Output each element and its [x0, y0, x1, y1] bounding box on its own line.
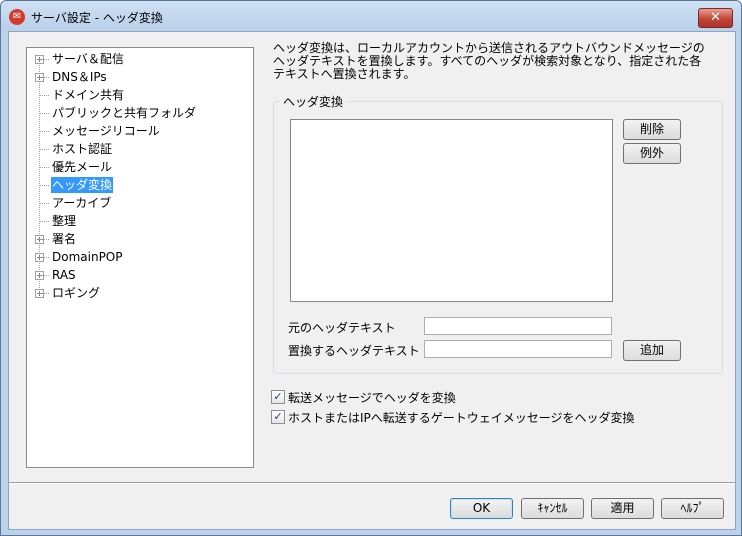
tree-item-label: 整理: [52, 214, 77, 228]
tree-branch-line: [39, 167, 49, 168]
tree-item-label: メッセージリコール: [52, 124, 160, 138]
tree-item-archive[interactable]: アーカイブ: [27, 194, 253, 212]
tree-item-label: DomainPOP: [52, 250, 123, 264]
tree-item-label: DNS＆IPs: [52, 70, 107, 84]
tree-item-server-delivery[interactable]: + サーバ＆配信: [27, 50, 253, 68]
ok-button[interactable]: OK: [450, 498, 513, 519]
tree-item-cleanup[interactable]: 整理: [27, 212, 253, 230]
tree-branch-line: [39, 113, 49, 114]
forward-checkbox-label[interactable]: 転送メッセージでヘッダを変換: [288, 389, 456, 406]
tree-branch-line: [39, 149, 49, 150]
tree-branch-line: [39, 131, 49, 132]
replace-header-input[interactable]: [424, 340, 612, 358]
tree-item-header-translation[interactable]: ヘッダ変換: [27, 176, 253, 194]
tree-branch-line: [39, 221, 49, 222]
tree-branch-line: [39, 239, 49, 240]
dialog-client-area: + サーバ＆配信 + DNS＆IPs ドメイン共有 パブリックと共有フォルダ メ…: [8, 31, 736, 530]
tree-item-label: サーバ＆配信: [52, 52, 124, 66]
tree-item-label: 署名: [52, 232, 77, 246]
original-header-input[interactable]: [424, 317, 612, 335]
tree-branch-line: [39, 257, 49, 258]
help-button[interactable]: ﾍﾙﾌﾟ: [661, 498, 724, 519]
tree-item-label: アーカイブ: [52, 196, 112, 210]
tree-item-signatures[interactable]: + 署名: [27, 230, 253, 248]
tree-branch-line: [39, 77, 49, 78]
title-bar[interactable]: ✉ サーバ設定 - ヘッダ変換 ✕: [1, 1, 741, 31]
tree-branch-line: [39, 203, 49, 204]
app-icon: ✉: [9, 9, 25, 25]
translation-list[interactable]: [290, 119, 613, 302]
group-title: ヘッダ変換: [280, 93, 347, 110]
close-button[interactable]: ✕: [698, 8, 733, 28]
original-header-label: 元のヘッダテキスト: [288, 321, 396, 335]
tree-item-logging[interactable]: + ロギング: [27, 284, 253, 302]
delete-button[interactable]: 削除: [623, 119, 681, 140]
gateway-checkbox-label[interactable]: ホストまたはIPへ転送するゲートウェイメッセージをヘッダ変換: [288, 409, 635, 426]
tree-branch-line: [39, 185, 49, 186]
tree-item-label: RAS: [52, 268, 76, 282]
tree-item-label: 優先メール: [52, 160, 113, 174]
tree-item-domain-sharing[interactable]: ドメイン共有: [27, 86, 253, 104]
exceptions-button[interactable]: 例外: [623, 143, 681, 164]
tree-item-label: ロギング: [52, 286, 101, 300]
description-line: テキストへ置換されます。: [273, 67, 416, 81]
tree-item-label: ドメイン共有: [52, 88, 125, 102]
tree-item-message-recall[interactable]: メッセージリコール: [27, 122, 253, 140]
replace-header-label: 置換するヘッダテキスト: [288, 344, 420, 358]
tree-item-label-selected: ヘッダ変換: [51, 177, 114, 193]
settings-tree[interactable]: + サーバ＆配信 + DNS＆IPs ドメイン共有 パブリックと共有フォルダ メ…: [26, 47, 254, 468]
tree-branch-line: [39, 293, 49, 294]
tree-branch-line: [39, 275, 49, 276]
footer-separator: [9, 482, 735, 484]
apply-button[interactable]: 適用: [591, 498, 654, 519]
page-description: ヘッダ変換は、ローカルアカウントから送信されるアウトバウンドメッセージの ヘッダ…: [273, 42, 713, 81]
tree-item-ras[interactable]: + RAS: [27, 266, 253, 284]
gateway-checkbox[interactable]: ✓: [271, 410, 285, 424]
tree-branch-line: [39, 59, 49, 60]
tree-item-label: パブリックと共有フォルダ: [52, 106, 197, 120]
forward-checkbox[interactable]: ✓: [271, 390, 285, 404]
tree-item-public-shared-folders[interactable]: パブリックと共有フォルダ: [27, 104, 253, 122]
tree-item-domainpop[interactable]: + DomainPOP: [27, 248, 253, 266]
add-button[interactable]: 追加: [623, 340, 681, 361]
tree-item-dns-ips[interactable]: + DNS＆IPs: [27, 68, 253, 86]
tree-branch-line: [39, 95, 49, 96]
tree-item-host-auth[interactable]: ホスト認証: [27, 140, 253, 158]
window-title: サーバ設定 - ヘッダ変換: [31, 11, 163, 25]
tree-item-label: ホスト認証: [52, 142, 113, 156]
dialog-window: ✉ サーバ設定 - ヘッダ変換 ✕ + サーバ＆配信 + DNS＆IPs ドメイ…: [0, 0, 742, 536]
tree-item-priority-mail[interactable]: 優先メール: [27, 158, 253, 176]
cancel-button[interactable]: ｷｬﾝｾﾙ: [521, 498, 584, 519]
